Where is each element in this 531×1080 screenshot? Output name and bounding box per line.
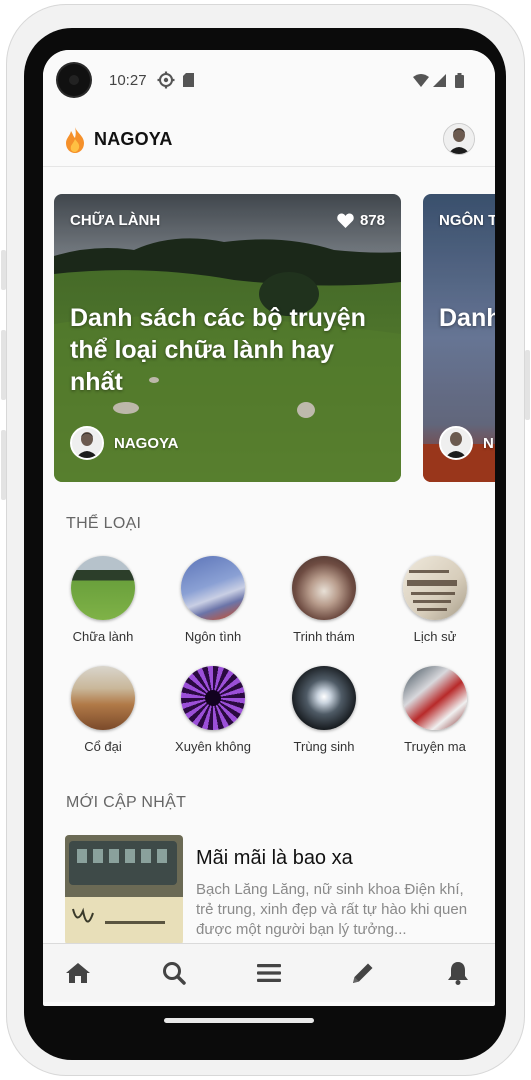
settings-icon xyxy=(157,71,175,89)
genre-label: Trùng sinh xyxy=(293,739,355,754)
app-brand: NAGOYA xyxy=(94,129,173,149)
genre-label: Chữa lành xyxy=(72,629,134,644)
genre-thumbnail xyxy=(292,556,356,620)
genre-item-ngon-tinh[interactable]: Ngôn tình xyxy=(160,556,266,644)
book-cover-image xyxy=(65,835,183,945)
home-indicator[interactable] xyxy=(164,1018,314,1023)
genre-item-lich-su[interactable]: Lịch sử xyxy=(382,556,488,644)
story-description: Bạch Lăng Lăng, nữ sinh khoa Điện khí, t… xyxy=(196,881,468,938)
genre-label: Trinh thám xyxy=(293,629,355,644)
user-avatar[interactable] xyxy=(443,123,475,155)
genre-label: Cổ đại xyxy=(84,739,122,754)
genre-thumbnail xyxy=(403,666,467,730)
bell-icon[interactable] xyxy=(445,960,471,986)
author-avatar xyxy=(439,426,473,460)
genre-thumbnail xyxy=(403,556,467,620)
genre-item-truyen-ma[interactable]: Truyện ma xyxy=(382,666,488,754)
heart-icon xyxy=(337,213,354,228)
genre-item-trinh-tham[interactable]: Trinh thám xyxy=(271,556,377,644)
genre-thumbnail xyxy=(181,556,245,620)
front-camera xyxy=(58,64,90,96)
genre-thumbnail xyxy=(181,666,245,730)
status-time: 10:27 xyxy=(109,72,147,89)
genre-thumbnail xyxy=(71,666,135,730)
search-icon[interactable] xyxy=(161,960,187,986)
like-count: 878 xyxy=(359,212,385,229)
genre-thumbnail xyxy=(292,666,356,730)
featured-card[interactable]: NGÔN T Danh thể l nhất N xyxy=(423,194,495,482)
genre-item-co-dai[interactable]: Cổ đại xyxy=(50,666,156,754)
device-side-button xyxy=(1,430,6,500)
card-title: Danh thể l nhất xyxy=(439,304,495,332)
home-icon[interactable] xyxy=(65,960,91,986)
device-side-button xyxy=(1,330,6,400)
genres-section-title: THỂ LOẠI xyxy=(66,515,142,532)
card-title: Danh sách các bộ truyện thể loại chữa là… xyxy=(70,304,366,396)
app-bar: NAGOYA xyxy=(43,110,495,167)
story-title: Mãi mãi là bao xa xyxy=(196,847,353,869)
card-likes: 878 xyxy=(337,212,385,229)
featured-card[interactable]: CHỮA LÀNH 878 Danh sách các bộ truyện th… xyxy=(54,194,401,482)
sd-card-icon xyxy=(183,73,194,87)
menu-icon[interactable] xyxy=(256,960,282,986)
author-name: NAGOYA xyxy=(114,434,179,452)
author-name: N xyxy=(483,434,494,452)
genre-item-xuyen-khong[interactable]: Xuyên không xyxy=(160,666,266,754)
card-category-tag: NGÔN T xyxy=(439,212,495,229)
flame-logo-icon xyxy=(66,127,84,153)
card-author: N xyxy=(439,426,494,460)
genre-item-chua-lanh[interactable]: Chữa lành xyxy=(50,556,156,644)
updates-section-title: MỚI CẬP NHẬT xyxy=(66,794,187,811)
device-side-button xyxy=(525,350,530,420)
genre-label: Ngôn tình xyxy=(184,629,242,644)
genre-item-trung-sinh[interactable]: Trùng sinh xyxy=(271,666,377,754)
update-list-item[interactable]: Mãi mãi là bao xa Bạch Lăng Lăng, nữ sin… xyxy=(65,835,485,945)
pencil-icon[interactable] xyxy=(350,960,376,986)
genre-label: Lịch sử xyxy=(413,629,457,644)
device-side-button xyxy=(1,250,6,290)
genre-label: Truyện ma xyxy=(404,739,466,754)
history-text-graphic xyxy=(407,570,457,611)
author-avatar xyxy=(70,426,104,460)
status-bar: 10:27 xyxy=(43,50,495,110)
genre-label: Xuyên không xyxy=(175,739,251,754)
bottom-navigation xyxy=(43,943,495,1002)
card-author: NAGOYA xyxy=(70,426,178,460)
signal-battery-icons xyxy=(413,73,464,88)
genre-thumbnail xyxy=(71,556,135,620)
card-category-tag: CHỮA LÀNH xyxy=(70,212,161,229)
phone-screen: 10:27 NAGOYA CHỮA LÀNH 878 Danh sách các… xyxy=(43,50,495,1006)
